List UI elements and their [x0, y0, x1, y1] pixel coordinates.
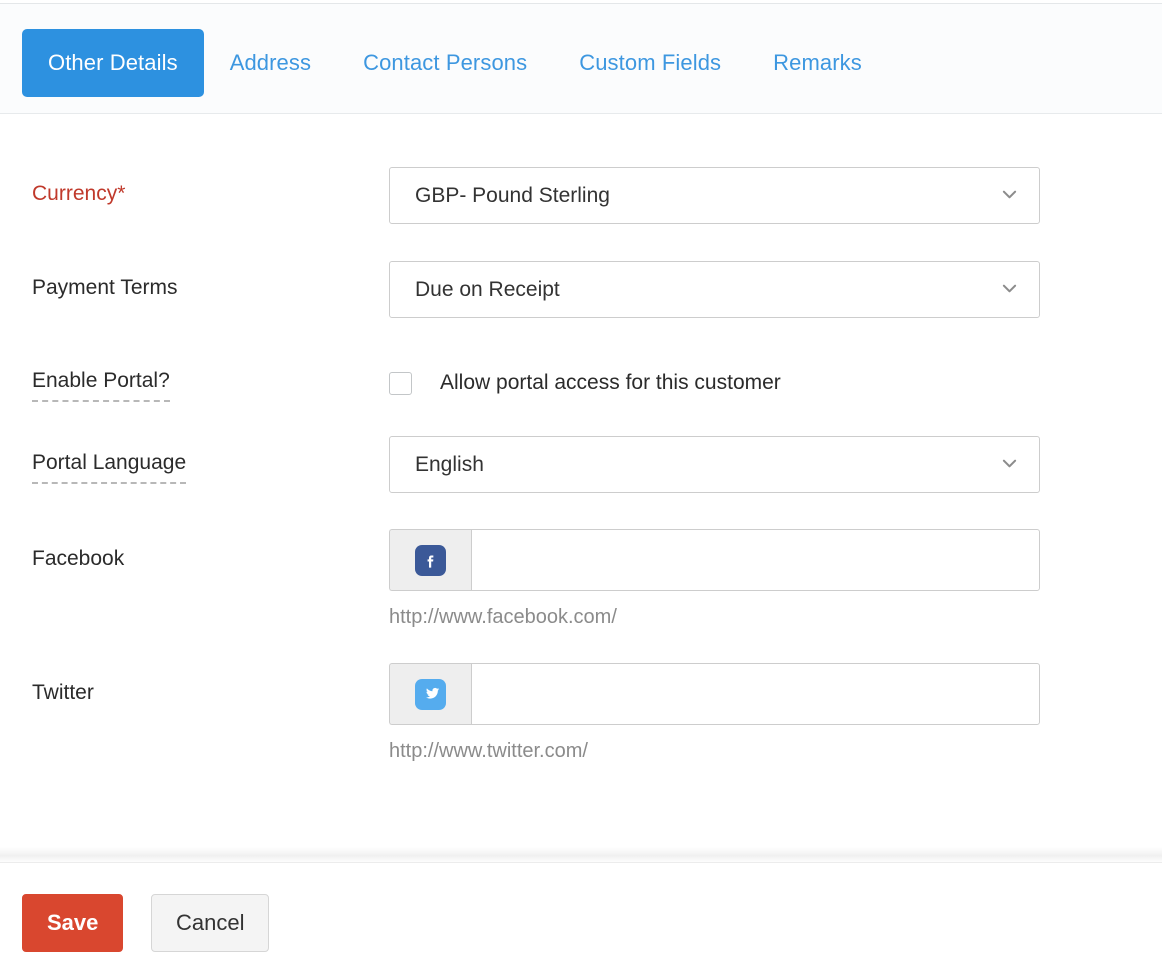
currency-select[interactable]: GBP- Pound Sterling [389, 167, 1040, 224]
currency-select-value: GBP- Pound Sterling [415, 168, 610, 223]
tab-contact-persons[interactable]: Contact Persons [337, 29, 553, 97]
twitter-label: Twitter [32, 681, 94, 705]
chevron-down-icon [1002, 187, 1017, 202]
chevron-down-icon [1002, 281, 1017, 296]
cancel-button[interactable]: Cancel [151, 894, 269, 952]
twitter-icon [415, 679, 446, 710]
twitter-input-group [389, 663, 1040, 725]
field-row-facebook: Facebook http://www.facebook.com/ [0, 529, 1162, 639]
footer-actions: Save Cancel [0, 863, 1162, 980]
tab-list: Other Details Address Contact Persons Cu… [22, 29, 888, 97]
tab-remarks[interactable]: Remarks [747, 29, 888, 97]
payment-terms-label: Payment Terms [32, 276, 178, 300]
tab-custom-fields[interactable]: Custom Fields [553, 29, 747, 97]
field-row-currency: Currency* GBP- Pound Sterling [0, 167, 1162, 229]
facebook-icon [415, 545, 446, 576]
field-row-enable-portal: Enable Portal? Allow portal access for t… [0, 369, 1162, 419]
facebook-input-group [389, 529, 1040, 591]
payment-terms-select-value: Due on Receipt [415, 262, 560, 317]
field-row-twitter: Twitter http://www.twitter.com/ [0, 663, 1162, 773]
allow-portal-access-label[interactable]: Allow portal access for this customer [440, 371, 781, 395]
field-row-portal-language: Portal Language English [0, 436, 1162, 498]
facebook-input[interactable] [471, 529, 1040, 591]
enable-portal-label: Enable Portal? [32, 369, 170, 402]
facebook-label: Facebook [32, 547, 124, 571]
facebook-icon-addon [389, 529, 471, 591]
tab-bar: Other Details Address Contact Persons Cu… [0, 4, 1162, 114]
field-row-payment-terms: Payment Terms Due on Receipt [0, 261, 1162, 323]
twitter-icon-addon [389, 663, 471, 725]
currency-label-text: Currency [32, 182, 117, 205]
tab-address[interactable]: Address [204, 29, 337, 97]
currency-label: Currency* [32, 182, 125, 206]
save-button[interactable]: Save [22, 894, 123, 952]
enable-portal-checkbox-group: Allow portal access for this customer [389, 371, 781, 395]
footer-separator [0, 847, 1162, 863]
payment-terms-select[interactable]: Due on Receipt [389, 261, 1040, 318]
twitter-helper-text: http://www.twitter.com/ [389, 740, 588, 763]
tab-other-details[interactable]: Other Details [22, 29, 204, 97]
customer-other-details-page: Other Details Address Contact Persons Cu… [0, 0, 1162, 980]
twitter-input[interactable] [471, 663, 1040, 725]
form-body: Currency* GBP- Pound Sterling Payment Te… [0, 114, 1162, 855]
chevron-down-icon [1002, 456, 1017, 471]
required-asterisk: * [117, 182, 125, 205]
allow-portal-access-checkbox[interactable] [389, 372, 412, 395]
portal-language-select[interactable]: English [389, 436, 1040, 493]
facebook-helper-text: http://www.facebook.com/ [389, 606, 617, 629]
portal-language-label: Portal Language [32, 451, 186, 484]
portal-language-select-value: English [415, 437, 484, 492]
